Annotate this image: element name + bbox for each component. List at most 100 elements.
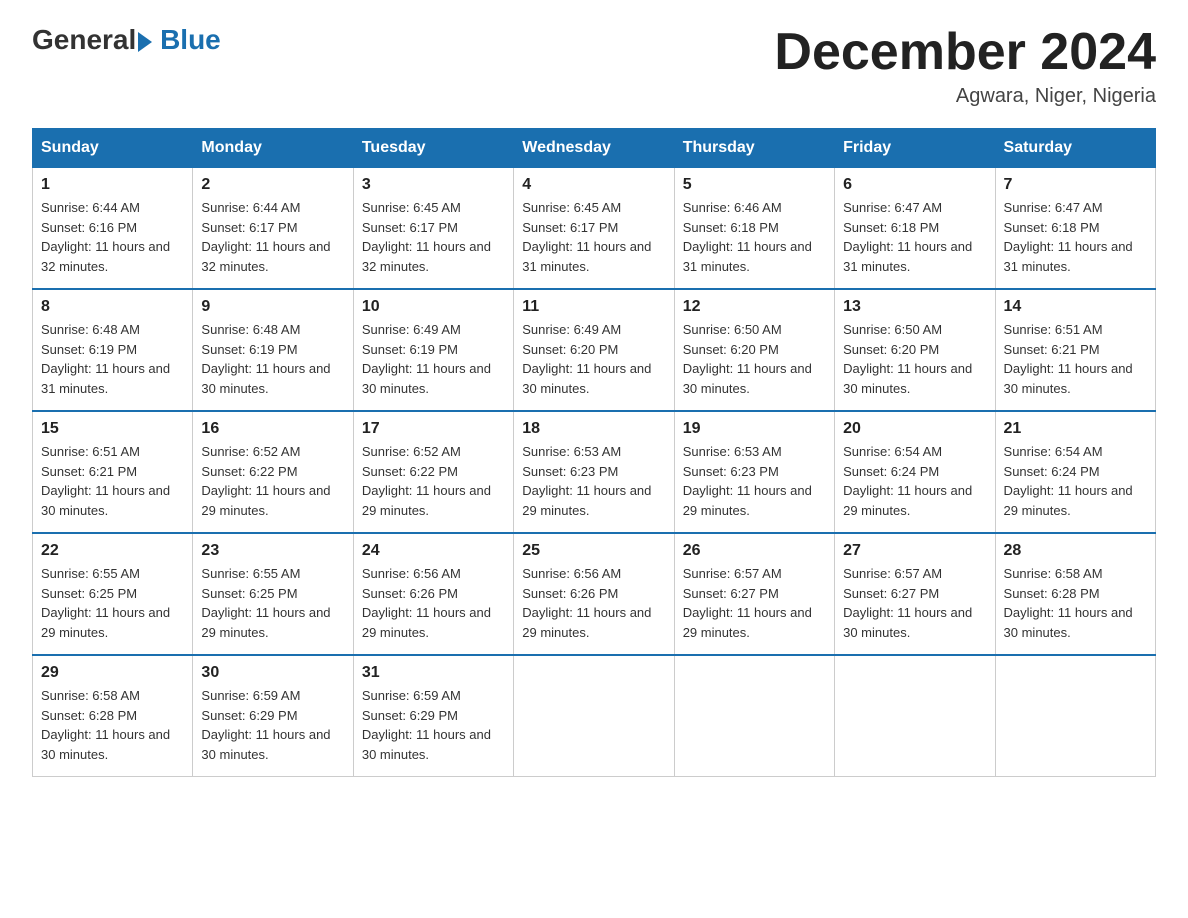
day-info: Sunrise: 6:59 AMSunset: 6:29 PMDaylight:… <box>201 686 344 764</box>
day-number: 2 <box>201 176 344 194</box>
calendar-cell: 7 Sunrise: 6:47 AMSunset: 6:18 PMDayligh… <box>995 168 1155 290</box>
day-info: Sunrise: 6:57 AMSunset: 6:27 PMDaylight:… <box>843 564 986 642</box>
day-number: 25 <box>522 542 665 560</box>
day-number: 22 <box>41 542 184 560</box>
day-number: 8 <box>41 298 184 316</box>
day-info: Sunrise: 6:55 AMSunset: 6:25 PMDaylight:… <box>201 564 344 642</box>
day-number: 19 <box>683 420 826 438</box>
day-info: Sunrise: 6:52 AMSunset: 6:22 PMDaylight:… <box>201 442 344 520</box>
day-info: Sunrise: 6:46 AMSunset: 6:18 PMDaylight:… <box>683 198 826 276</box>
calendar-cell: 1 Sunrise: 6:44 AMSunset: 6:16 PMDayligh… <box>33 168 193 290</box>
calendar-week-4: 22 Sunrise: 6:55 AMSunset: 6:25 PMDaylig… <box>33 533 1156 655</box>
day-number: 7 <box>1004 176 1147 194</box>
calendar-cell <box>995 655 1155 777</box>
day-info: Sunrise: 6:58 AMSunset: 6:28 PMDaylight:… <box>41 686 184 764</box>
day-info: Sunrise: 6:51 AMSunset: 6:21 PMDaylight:… <box>41 442 184 520</box>
logo-blue-text: Blue <box>152 24 220 56</box>
month-title: December 2024 <box>774 24 1156 81</box>
calendar-cell: 23 Sunrise: 6:55 AMSunset: 6:25 PMDaylig… <box>193 533 353 655</box>
calendar-body: 1 Sunrise: 6:44 AMSunset: 6:16 PMDayligh… <box>33 168 1156 777</box>
day-info: Sunrise: 6:53 AMSunset: 6:23 PMDaylight:… <box>683 442 826 520</box>
day-number: 13 <box>843 298 986 316</box>
calendar-table: SundayMondayTuesdayWednesdayThursdayFrid… <box>32 128 1156 777</box>
day-header-friday: Friday <box>835 129 995 168</box>
logo-arrow-icon <box>138 32 152 52</box>
calendar-cell: 31 Sunrise: 6:59 AMSunset: 6:29 PMDaylig… <box>353 655 513 777</box>
day-number: 4 <box>522 176 665 194</box>
day-number: 5 <box>683 176 826 194</box>
day-info: Sunrise: 6:49 AMSunset: 6:19 PMDaylight:… <box>362 320 505 398</box>
day-number: 18 <box>522 420 665 438</box>
calendar-cell: 6 Sunrise: 6:47 AMSunset: 6:18 PMDayligh… <box>835 168 995 290</box>
day-info: Sunrise: 6:55 AMSunset: 6:25 PMDaylight:… <box>41 564 184 642</box>
location: Agwara, Niger, Nigeria <box>774 85 1156 108</box>
calendar-cell: 17 Sunrise: 6:52 AMSunset: 6:22 PMDaylig… <box>353 411 513 533</box>
calendar-cell: 28 Sunrise: 6:58 AMSunset: 6:28 PMDaylig… <box>995 533 1155 655</box>
day-number: 16 <box>201 420 344 438</box>
calendar-cell: 3 Sunrise: 6:45 AMSunset: 6:17 PMDayligh… <box>353 168 513 290</box>
calendar-cell: 14 Sunrise: 6:51 AMSunset: 6:21 PMDaylig… <box>995 289 1155 411</box>
day-number: 31 <box>362 664 505 682</box>
day-header-thursday: Thursday <box>674 129 834 168</box>
calendar-week-1: 1 Sunrise: 6:44 AMSunset: 6:16 PMDayligh… <box>33 168 1156 290</box>
calendar-cell: 18 Sunrise: 6:53 AMSunset: 6:23 PMDaylig… <box>514 411 674 533</box>
day-number: 26 <box>683 542 826 560</box>
day-info: Sunrise: 6:54 AMSunset: 6:24 PMDaylight:… <box>843 442 986 520</box>
day-number: 21 <box>1004 420 1147 438</box>
day-number: 6 <box>843 176 986 194</box>
calendar-week-2: 8 Sunrise: 6:48 AMSunset: 6:19 PMDayligh… <box>33 289 1156 411</box>
calendar-cell: 2 Sunrise: 6:44 AMSunset: 6:17 PMDayligh… <box>193 168 353 290</box>
day-info: Sunrise: 6:56 AMSunset: 6:26 PMDaylight:… <box>522 564 665 642</box>
day-number: 1 <box>41 176 184 194</box>
day-number: 29 <box>41 664 184 682</box>
day-info: Sunrise: 6:47 AMSunset: 6:18 PMDaylight:… <box>1004 198 1147 276</box>
day-number: 23 <box>201 542 344 560</box>
calendar-cell: 16 Sunrise: 6:52 AMSunset: 6:22 PMDaylig… <box>193 411 353 533</box>
day-number: 11 <box>522 298 665 316</box>
calendar-week-3: 15 Sunrise: 6:51 AMSunset: 6:21 PMDaylig… <box>33 411 1156 533</box>
calendar-cell: 8 Sunrise: 6:48 AMSunset: 6:19 PMDayligh… <box>33 289 193 411</box>
calendar-cell <box>674 655 834 777</box>
day-info: Sunrise: 6:48 AMSunset: 6:19 PMDaylight:… <box>201 320 344 398</box>
day-info: Sunrise: 6:53 AMSunset: 6:23 PMDaylight:… <box>522 442 665 520</box>
day-number: 9 <box>201 298 344 316</box>
calendar-cell: 19 Sunrise: 6:53 AMSunset: 6:23 PMDaylig… <box>674 411 834 533</box>
day-info: Sunrise: 6:50 AMSunset: 6:20 PMDaylight:… <box>843 320 986 398</box>
day-info: Sunrise: 6:58 AMSunset: 6:28 PMDaylight:… <box>1004 564 1147 642</box>
day-header-saturday: Saturday <box>995 129 1155 168</box>
days-of-week-row: SundayMondayTuesdayWednesdayThursdayFrid… <box>33 129 1156 168</box>
day-info: Sunrise: 6:56 AMSunset: 6:26 PMDaylight:… <box>362 564 505 642</box>
calendar-cell <box>835 655 995 777</box>
day-header-monday: Monday <box>193 129 353 168</box>
day-number: 3 <box>362 176 505 194</box>
page-header: General Blue December 2024 Agwara, Niger… <box>32 24 1156 108</box>
day-number: 12 <box>683 298 826 316</box>
calendar-cell: 27 Sunrise: 6:57 AMSunset: 6:27 PMDaylig… <box>835 533 995 655</box>
day-number: 24 <box>362 542 505 560</box>
day-info: Sunrise: 6:59 AMSunset: 6:29 PMDaylight:… <box>362 686 505 764</box>
header-right: December 2024 Agwara, Niger, Nigeria <box>774 24 1156 108</box>
day-number: 17 <box>362 420 505 438</box>
day-number: 27 <box>843 542 986 560</box>
day-info: Sunrise: 6:49 AMSunset: 6:20 PMDaylight:… <box>522 320 665 398</box>
calendar-cell: 20 Sunrise: 6:54 AMSunset: 6:24 PMDaylig… <box>835 411 995 533</box>
calendar-week-5: 29 Sunrise: 6:58 AMSunset: 6:28 PMDaylig… <box>33 655 1156 777</box>
day-info: Sunrise: 6:45 AMSunset: 6:17 PMDaylight:… <box>362 198 505 276</box>
calendar-cell: 9 Sunrise: 6:48 AMSunset: 6:19 PMDayligh… <box>193 289 353 411</box>
calendar-cell: 10 Sunrise: 6:49 AMSunset: 6:19 PMDaylig… <box>353 289 513 411</box>
day-info: Sunrise: 6:48 AMSunset: 6:19 PMDaylight:… <box>41 320 184 398</box>
logo: General Blue <box>32 24 221 56</box>
calendar-cell: 25 Sunrise: 6:56 AMSunset: 6:26 PMDaylig… <box>514 533 674 655</box>
day-number: 10 <box>362 298 505 316</box>
day-number: 15 <box>41 420 184 438</box>
day-number: 20 <box>843 420 986 438</box>
calendar-cell: 13 Sunrise: 6:50 AMSunset: 6:20 PMDaylig… <box>835 289 995 411</box>
day-info: Sunrise: 6:47 AMSunset: 6:18 PMDaylight:… <box>843 198 986 276</box>
calendar-cell: 12 Sunrise: 6:50 AMSunset: 6:20 PMDaylig… <box>674 289 834 411</box>
day-header-wednesday: Wednesday <box>514 129 674 168</box>
day-info: Sunrise: 6:44 AMSunset: 6:16 PMDaylight:… <box>41 198 184 276</box>
day-header-tuesday: Tuesday <box>353 129 513 168</box>
calendar-cell: 11 Sunrise: 6:49 AMSunset: 6:20 PMDaylig… <box>514 289 674 411</box>
day-info: Sunrise: 6:52 AMSunset: 6:22 PMDaylight:… <box>362 442 505 520</box>
day-number: 30 <box>201 664 344 682</box>
